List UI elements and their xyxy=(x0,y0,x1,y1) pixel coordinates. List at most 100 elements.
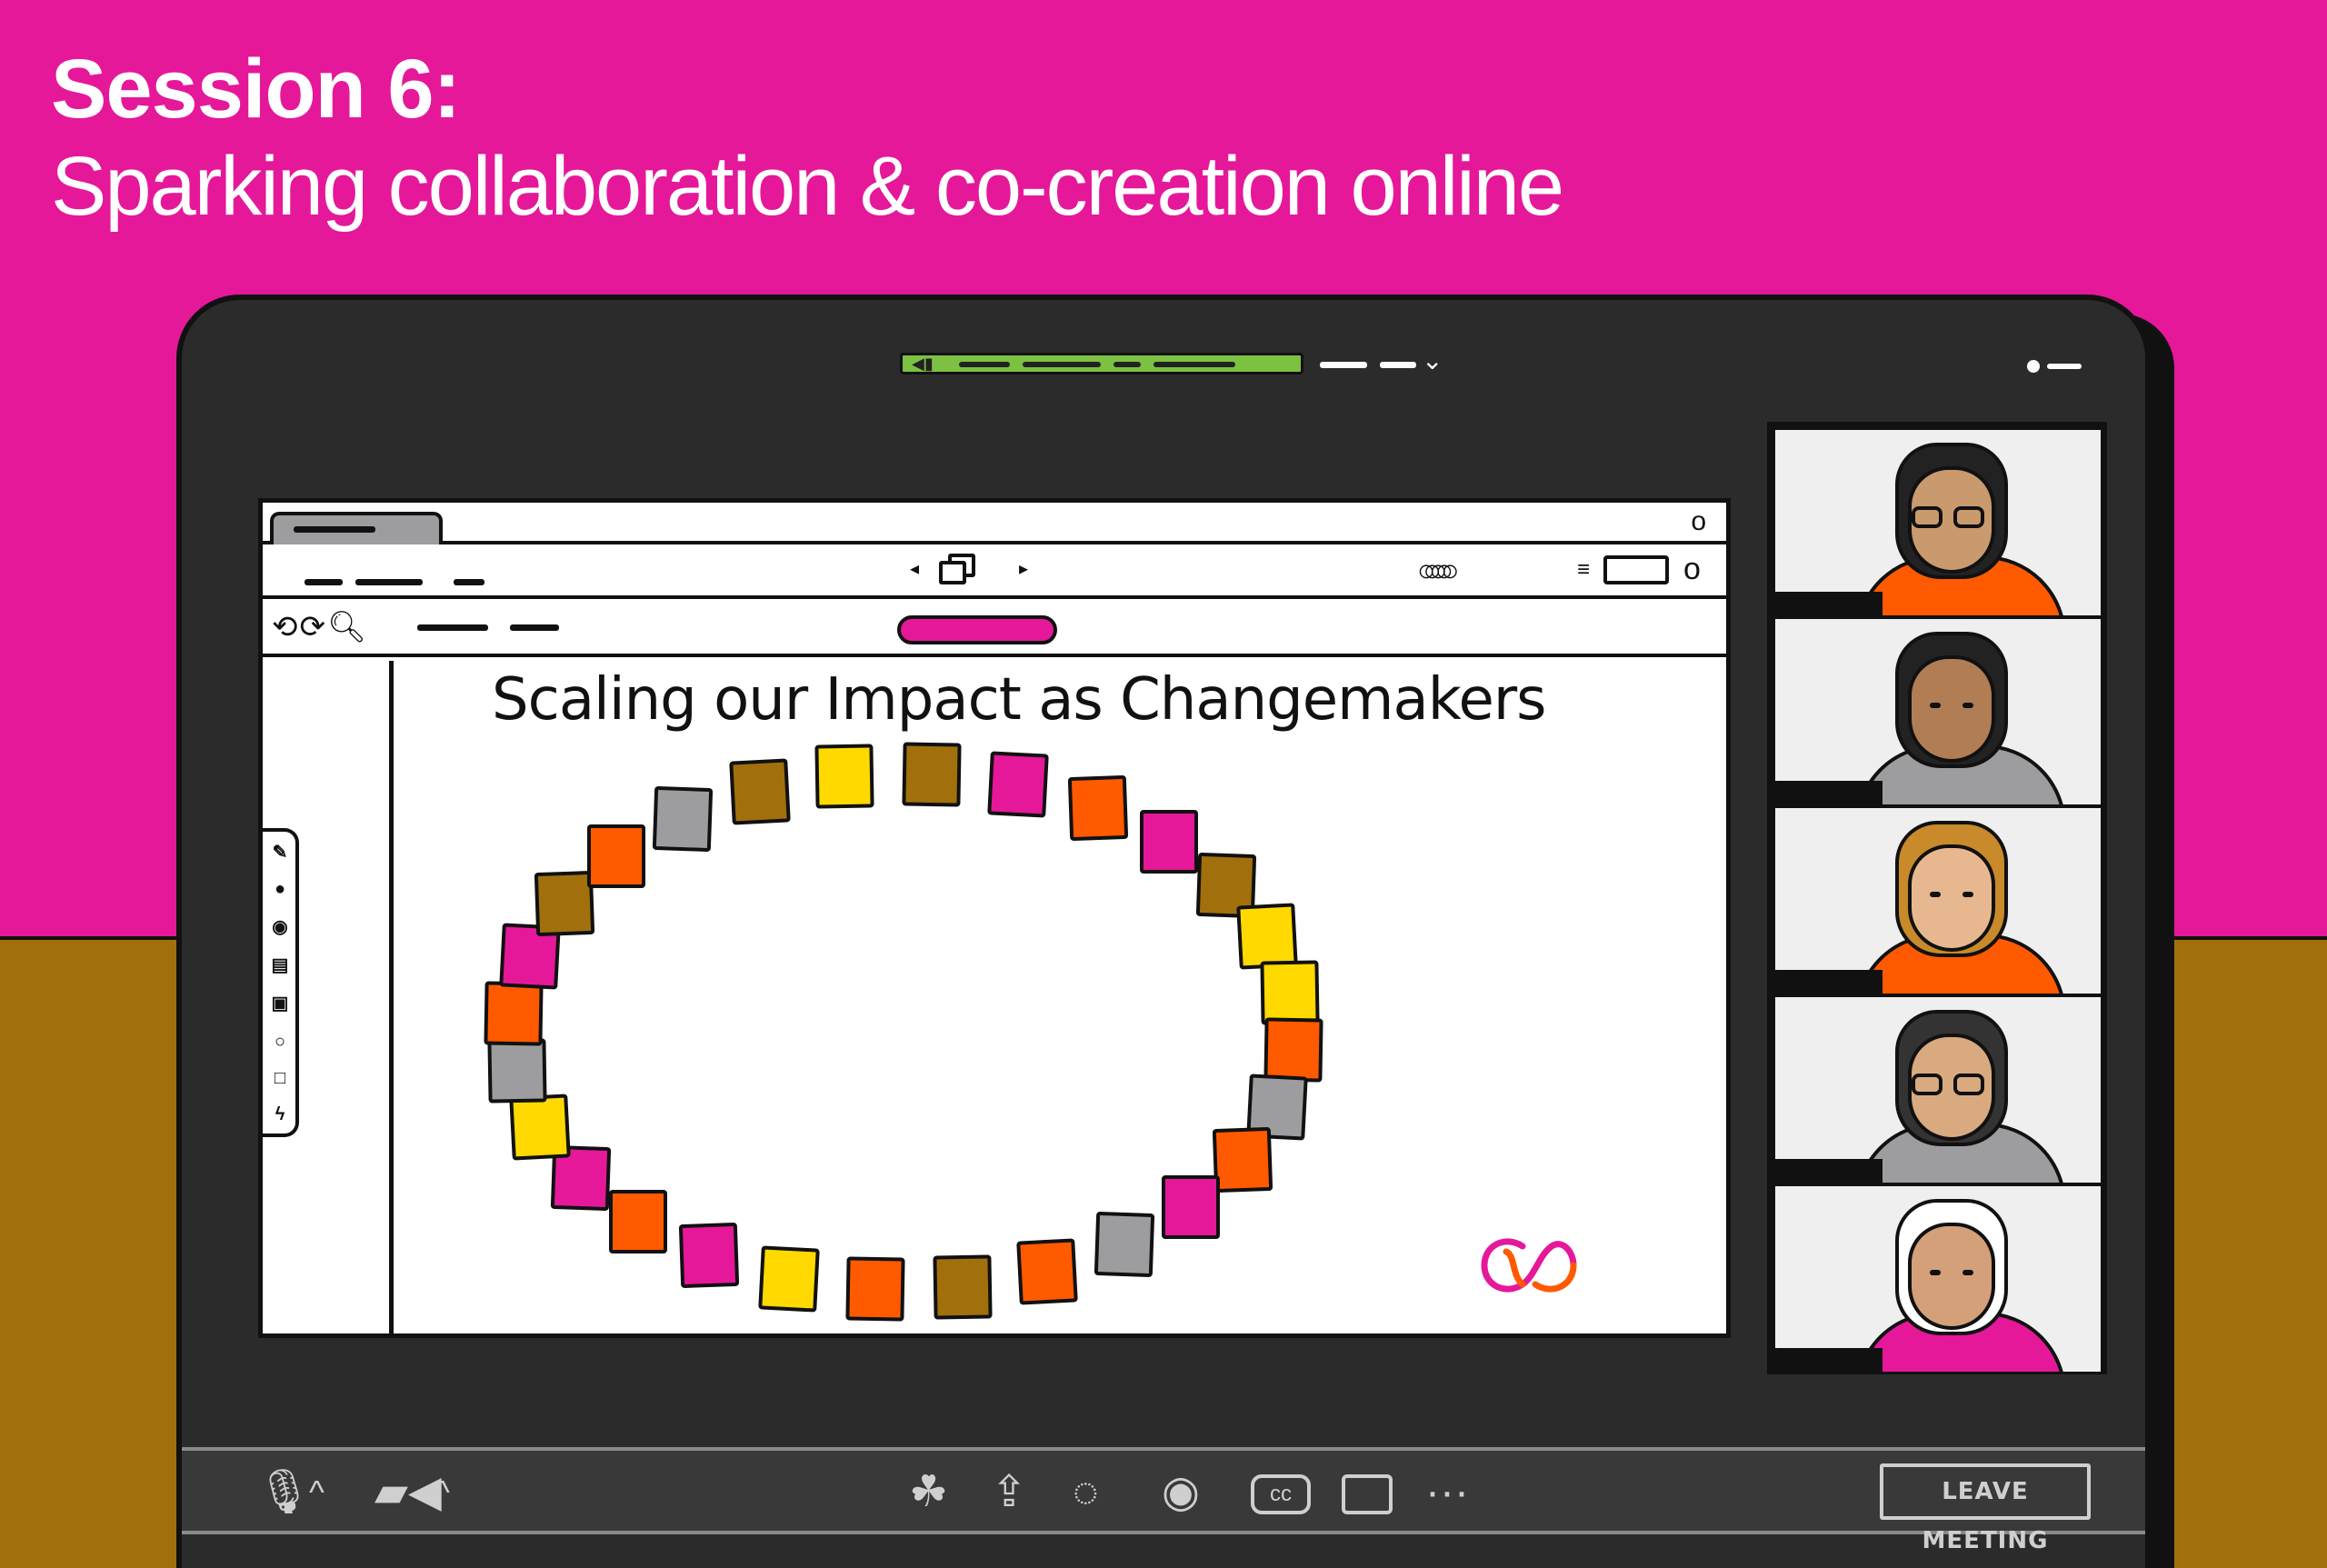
participant-tile[interactable] xyxy=(1775,619,2101,804)
chevron-down-icon[interactable]: ⌄ xyxy=(1422,345,1443,375)
session-header: Session 6: Sparking collaboration & co-c… xyxy=(51,42,1564,236)
whiteboard-side-rail: ✎ ● ◉ ▤ ▣ ○ □ ϟ xyxy=(263,661,394,1335)
sticky-note[interactable] xyxy=(487,1038,547,1104)
back-arrow-icon[interactable]: ◂ xyxy=(910,557,919,580)
changemakers-logo xyxy=(1481,1238,1577,1293)
participant-nameplate xyxy=(1775,1348,1883,1372)
nav-dash xyxy=(454,579,484,585)
sticky-note[interactable] xyxy=(1212,1127,1273,1193)
select-cursor-icon[interactable]: ◉ xyxy=(270,915,290,939)
speaker-icon: ◀▮ xyxy=(912,355,934,373)
glasses-icon xyxy=(1912,506,1942,528)
drawing-tools-panel: ✎ ● ◉ ▤ ▣ ○ □ ϟ xyxy=(263,828,299,1137)
sticky-note[interactable] xyxy=(814,744,874,809)
record-icon[interactable]: ◉ xyxy=(1162,1467,1200,1518)
participant-tile[interactable] xyxy=(1775,1186,2101,1372)
window-circle-icon[interactable]: o xyxy=(1691,508,1706,535)
pen-icon[interactable]: ✎ xyxy=(270,841,290,864)
toolbar-dash xyxy=(510,624,559,631)
sticky-note[interactable] xyxy=(1139,810,1198,874)
sticky-note[interactable] xyxy=(933,1254,993,1320)
meeting-control-bar: 🎙︎ ^ ▰◀ ^ ☘ ⇪ ◌ ◉ cc ··· LEAVE MEETING xyxy=(182,1447,2145,1554)
share-screen-icon[interactable]: ⇪ xyxy=(991,1467,1027,1518)
more-options-icon[interactable]: ··· xyxy=(1425,1467,1469,1518)
sticky-note[interactable] xyxy=(652,785,713,852)
sticky-note[interactable] xyxy=(1067,774,1129,841)
card-icon[interactable]: ▣ xyxy=(270,992,290,1015)
status-dash xyxy=(1114,362,1141,367)
participant-nameplate xyxy=(1775,1159,1883,1183)
eye-mark xyxy=(1962,1270,1973,1275)
sticky-note[interactable] xyxy=(1162,1174,1221,1239)
participant-tile[interactable] xyxy=(1775,430,2101,615)
chat-icon[interactable]: ◌ xyxy=(1073,1467,1099,1518)
undo-redo-zoom-icons[interactable]: ⟲⟳🔍︎ xyxy=(272,612,368,643)
sticky-note[interactable] xyxy=(845,1256,905,1322)
eye-mark xyxy=(1930,1270,1941,1275)
sticky-note[interactable] xyxy=(902,742,962,807)
lightning-icon[interactable]: ϟ xyxy=(270,1103,290,1126)
sticky-note[interactable] xyxy=(678,1223,740,1289)
cast-icon[interactable] xyxy=(1342,1474,1393,1514)
sticky-note[interactable] xyxy=(728,758,791,825)
window-rect-icon[interactable] xyxy=(1603,555,1669,584)
session-number: Session 6: xyxy=(51,43,461,135)
microphone-icon[interactable]: 🎙︎ xyxy=(256,1467,312,1518)
nav-dash xyxy=(355,579,423,585)
sticky-note[interactable] xyxy=(609,1189,668,1253)
sticky-note[interactable] xyxy=(586,824,645,889)
participant-nameplate xyxy=(1775,970,1883,994)
menu-lines-icon[interactable]: ≡ xyxy=(1577,557,1590,583)
eye-mark xyxy=(1930,703,1941,708)
sticky-note[interactable] xyxy=(534,870,595,936)
nav-dash xyxy=(305,579,343,585)
board-title: Scaling our Impact as Changemakers xyxy=(492,666,1546,734)
shared-browser-window: o ◂ ▸ ○○○○○ ≡ o ⟲⟳🔍︎ ✎ ● ◉ ▤ ▣ ○ □ ϟ Sca… xyxy=(258,498,1731,1338)
sticky-note[interactable] xyxy=(484,981,544,1046)
eye-mark xyxy=(1962,703,1973,708)
sticky-note[interactable] xyxy=(758,1244,821,1313)
shape-circle-icon[interactable]: ○ xyxy=(270,1030,290,1054)
participant-face xyxy=(1908,1223,1995,1330)
eye-mark xyxy=(1930,892,1941,897)
webcam-dash xyxy=(2047,364,2082,369)
chevron-up-icon[interactable]: ^ xyxy=(309,1467,325,1518)
chevron-up-icon[interactable]: ^ xyxy=(434,1467,450,1518)
sticky-note[interactable] xyxy=(1260,960,1320,1025)
browser-navbar: ◂ ▸ ○○○○○ ≡ o xyxy=(263,544,1726,599)
forward-arrow-icon[interactable]: ▸ xyxy=(1019,557,1028,580)
participant-nameplate xyxy=(1775,781,1883,804)
closed-captions-icon[interactable]: cc xyxy=(1251,1474,1311,1514)
session-title: Sparking collaboration & co-creation onl… xyxy=(51,140,1564,233)
sticky-note[interactable] xyxy=(1263,1017,1323,1083)
webcam-icon xyxy=(2027,360,2040,373)
participant-face xyxy=(1908,844,1995,952)
leave-meeting-button[interactable]: LEAVE MEETING xyxy=(1880,1463,2091,1554)
browser-tab[interactable] xyxy=(270,512,443,544)
shape-square-icon[interactable]: □ xyxy=(270,1066,290,1090)
glasses-icon xyxy=(1953,506,1984,528)
status-dash xyxy=(959,362,1010,367)
status-dash-white xyxy=(1380,362,1416,368)
whiteboard-toolbar: ⟲⟳🔍︎ xyxy=(263,603,1726,657)
copy-window-icon[interactable] xyxy=(939,554,975,586)
toolbar-dash xyxy=(417,624,488,631)
sticky-note[interactable] xyxy=(1094,1212,1155,1278)
meeting-status-bar[interactable]: ◀▮ xyxy=(900,353,1303,375)
sticky-note[interactable] xyxy=(1016,1238,1079,1305)
video-camera-icon[interactable]: ▰◀ xyxy=(375,1467,442,1518)
reactions-icon[interactable]: ☘ xyxy=(909,1467,948,1518)
participant-nameplate xyxy=(1775,592,1883,615)
share-pill-button[interactable] xyxy=(897,615,1057,644)
sticky-note[interactable] xyxy=(509,1093,571,1161)
status-dash xyxy=(1154,362,1235,367)
participant-tile[interactable] xyxy=(1775,997,2101,1183)
extensions-icon[interactable]: ○○○○○ xyxy=(1417,554,1460,589)
marker-icon[interactable]: ● xyxy=(270,877,290,901)
browser-tabstrip: o xyxy=(263,503,1726,544)
sticky-note-icon[interactable]: ▤ xyxy=(270,954,290,977)
sticky-note[interactable] xyxy=(986,751,1049,818)
profile-circle-icon[interactable]: o xyxy=(1683,554,1701,584)
participant-tile[interactable] xyxy=(1775,808,2101,994)
whiteboard-canvas[interactable]: ✎ ● ◉ ▤ ▣ ○ □ ϟ Scaling our Impact as Ch… xyxy=(263,661,1726,1335)
